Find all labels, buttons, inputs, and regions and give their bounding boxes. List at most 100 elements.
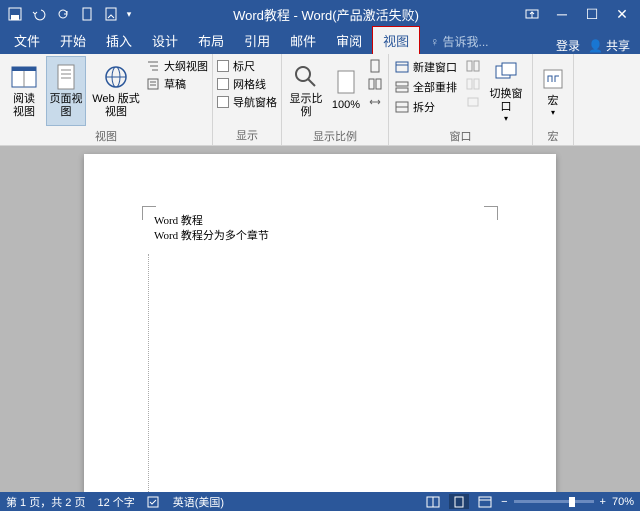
zoom-level[interactable]: 70%	[612, 496, 634, 508]
dropdown-icon: ▾	[504, 114, 508, 124]
view-side-button[interactable]	[464, 58, 482, 74]
quick-access-toolbar: ▾	[4, 3, 134, 25]
titlebar: ▾ Word教程 - Word(产品激活失败) ─ ☐ ✕	[0, 0, 640, 28]
ribbon-options-button[interactable]	[518, 3, 546, 25]
undo-button[interactable]	[28, 3, 50, 25]
group-views: 阅读 视图 页面视图 Web 版式视图 大纲视图 草稿 视图	[0, 54, 213, 145]
qat-customize-button[interactable]	[100, 3, 122, 25]
ribbon: 阅读 视图 页面视图 Web 版式视图 大纲视图 草稿 视图 标尺 网格线 导航…	[0, 54, 640, 146]
zoom-100-button[interactable]: 100%	[328, 56, 364, 126]
web-view-icon	[102, 63, 130, 91]
dropdown-icon: ▾	[551, 108, 555, 118]
language-indicator[interactable]: 英语(美国)	[173, 494, 224, 510]
draft-view-button[interactable]: 草稿	[146, 76, 208, 92]
group-views-label: 视图	[4, 126, 208, 146]
group-show: 标尺 网格线 导航窗格 显示	[213, 54, 282, 145]
document-line-2[interactable]: Word 教程分为多个章节	[154, 229, 486, 244]
arrange-all-button[interactable]: 全部重排	[393, 78, 459, 96]
print-layout-icon[interactable]	[449, 494, 469, 509]
margin-corner-icon	[484, 206, 498, 220]
window-title: Word教程 - Word(产品激活失败)	[134, 5, 518, 24]
redo-button[interactable]	[52, 3, 74, 25]
group-macros: 宏 ▾ 宏	[533, 54, 574, 145]
read-mode-icon[interactable]	[423, 494, 443, 509]
document-canvas[interactable]: Word 教程 Word 教程分为多个章节	[0, 146, 640, 492]
side-icon	[466, 59, 480, 73]
zoom-button[interactable]: 显示比例	[286, 56, 326, 126]
multi-page-button[interactable]	[366, 76, 384, 92]
sync-icon	[466, 77, 480, 91]
new-window-icon	[395, 60, 409, 74]
macros-icon	[539, 65, 567, 93]
paragraph-guides	[148, 254, 149, 492]
split-icon	[395, 100, 409, 114]
zoom-in-button[interactable]: +	[600, 496, 606, 508]
window-controls: ─ ☐ ✕	[518, 3, 636, 25]
reading-view-icon	[10, 63, 38, 91]
group-window-label: 窗口	[393, 126, 528, 146]
close-button[interactable]: ✕	[608, 3, 636, 25]
page[interactable]: Word 教程 Word 教程分为多个章节	[84, 154, 556, 492]
tab-home[interactable]: 开始	[50, 27, 96, 54]
tab-insert[interactable]: 插入	[96, 27, 142, 54]
one-page-button[interactable]	[366, 58, 384, 74]
maximize-button[interactable]: ☐	[578, 3, 606, 25]
split-button[interactable]: 拆分	[393, 98, 459, 116]
page-100-icon	[332, 69, 360, 97]
tab-file[interactable]: 文件	[4, 27, 50, 54]
outline-view-button[interactable]: 大纲视图	[146, 58, 208, 74]
zoom-slider[interactable]	[514, 500, 594, 503]
web-layout-icon[interactable]	[475, 494, 495, 509]
minimize-button[interactable]: ─	[548, 3, 576, 25]
web-view-button[interactable]: Web 版式视图	[88, 56, 144, 126]
spellcheck-icon[interactable]	[147, 496, 161, 508]
share-icon: 👤	[588, 39, 603, 53]
tab-layout[interactable]: 布局	[188, 27, 234, 54]
tell-me-field[interactable]: ♀ 告诉我...	[420, 29, 498, 54]
new-window-button[interactable]: 新建窗口	[393, 58, 459, 76]
group-zoom-label: 显示比例	[286, 126, 384, 146]
page-width-icon	[368, 95, 382, 109]
qat-more-button[interactable]: ▾	[124, 3, 134, 25]
group-show-label: 显示	[217, 125, 277, 145]
checkbox-icon	[217, 96, 229, 108]
draft-icon	[146, 77, 160, 91]
tab-mailings[interactable]: 邮件	[280, 27, 326, 54]
page-width-button[interactable]	[366, 94, 384, 110]
arrange-icon	[395, 80, 409, 94]
tab-references[interactable]: 引用	[234, 27, 280, 54]
gridlines-checkbox[interactable]: 网格线	[217, 76, 277, 92]
page-view-button[interactable]: 页面视图	[46, 56, 86, 126]
tab-design[interactable]: 设计	[142, 27, 188, 54]
document-line-1[interactable]: Word 教程	[154, 214, 486, 229]
word-count[interactable]: 12 个字	[97, 494, 134, 510]
checkbox-icon	[217, 78, 229, 90]
tab-review[interactable]: 审阅	[326, 27, 372, 54]
share-button[interactable]: 👤共享	[588, 37, 630, 54]
macros-button[interactable]: 宏 ▾	[537, 56, 569, 126]
outline-icon	[146, 59, 160, 73]
multi-page-icon	[368, 77, 382, 91]
page-indicator[interactable]: 第 1 页，共 2 页	[6, 494, 85, 510]
ribbon-tabs: 文件 开始 插入 设计 布局 引用 邮件 审阅 视图 ♀ 告诉我... 登录 👤…	[0, 28, 640, 54]
switch-window-icon	[492, 58, 520, 86]
ruler-checkbox[interactable]: 标尺	[217, 58, 277, 74]
zoom-thumb[interactable]	[569, 497, 575, 507]
switch-window-button[interactable]: 切换窗口 ▾	[484, 56, 528, 126]
tab-view[interactable]: 视图	[372, 26, 420, 54]
zoom-out-button[interactable]: −	[501, 496, 507, 508]
checkbox-icon	[217, 60, 229, 72]
save-button[interactable]	[4, 3, 26, 25]
new-doc-button[interactable]	[76, 3, 98, 25]
reading-view-button[interactable]: 阅读 视图	[4, 56, 44, 126]
margin-corner-icon	[142, 206, 156, 220]
group-window: 新建窗口 全部重排 拆分 切换窗口 ▾ 窗口	[389, 54, 533, 145]
login-link[interactable]: 登录	[556, 37, 580, 54]
page-view-icon	[52, 63, 80, 91]
navpane-checkbox[interactable]: 导航窗格	[217, 94, 277, 110]
sync-scroll-button[interactable]	[464, 76, 482, 92]
one-page-icon	[368, 59, 382, 73]
group-macros-label: 宏	[537, 126, 569, 146]
reset-position-button[interactable]	[464, 94, 482, 110]
zoom-icon	[292, 63, 320, 91]
